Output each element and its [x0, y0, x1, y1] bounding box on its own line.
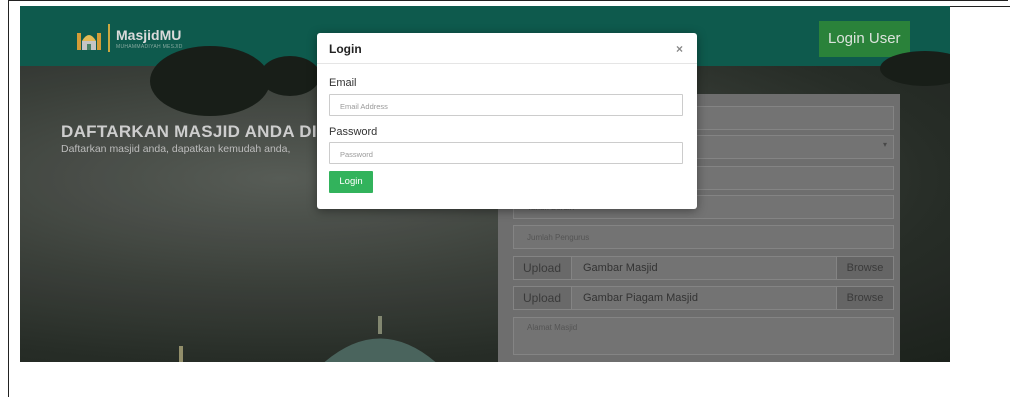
login-modal: Login × Email Email Address Password Pas…: [317, 33, 697, 209]
password-label: Password: [329, 126, 378, 138]
frame-top-line: [950, 6, 1010, 7]
email-placeholder: Email Address: [340, 102, 388, 111]
page: MasjidMU MUHAMMADIYAH MESJID Login User …: [20, 6, 950, 362]
login-submit-button[interactable]: Login: [329, 171, 373, 193]
close-icon[interactable]: ×: [676, 42, 683, 56]
password-placeholder: Password: [340, 150, 373, 159]
email-label: Email: [329, 77, 357, 89]
modal-title: Login: [329, 42, 362, 56]
password-field[interactable]: Password: [329, 142, 683, 164]
email-field[interactable]: Email Address: [329, 94, 683, 116]
modal-header: Login ×: [317, 33, 697, 64]
